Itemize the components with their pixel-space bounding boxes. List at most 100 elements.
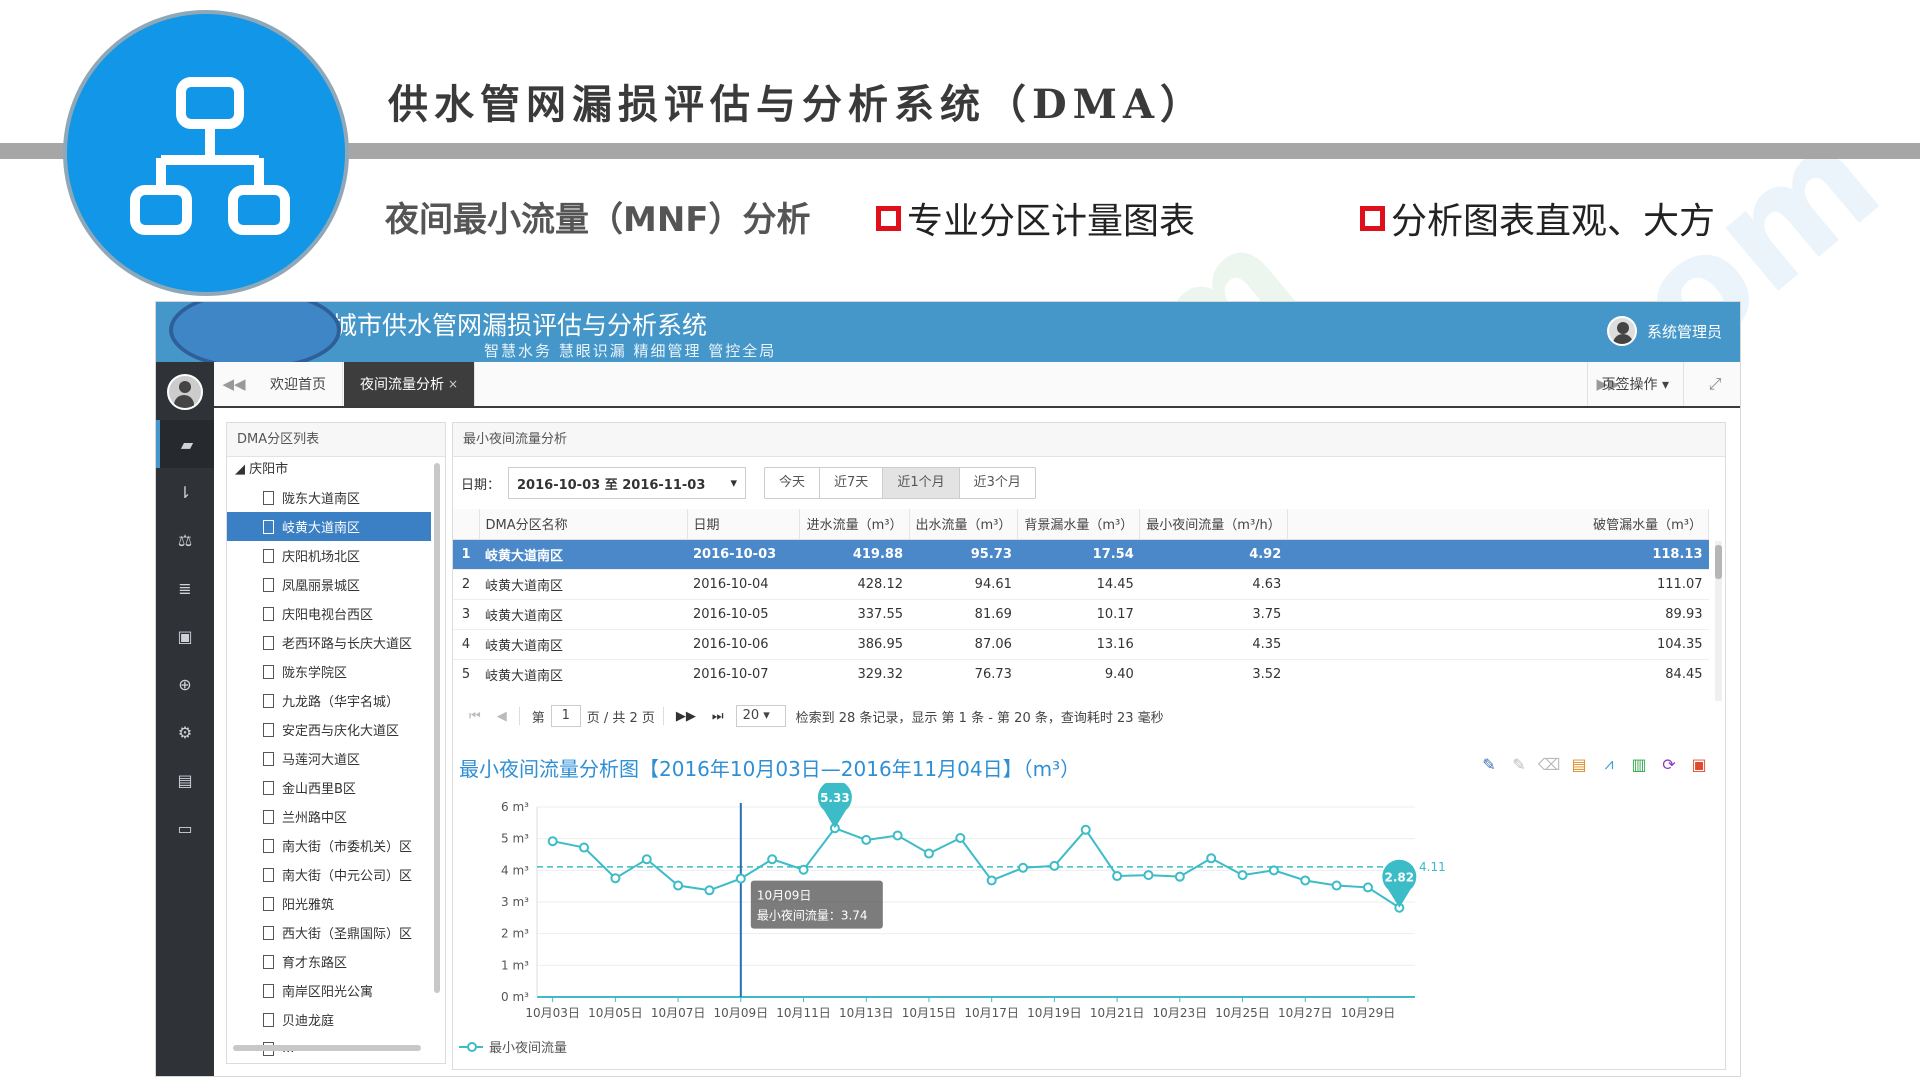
column-header[interactable]: 背景漏水量（m³） bbox=[1017, 509, 1141, 540]
tree-item[interactable]: 陇东学院区 bbox=[227, 657, 445, 686]
column-header[interactable]: 破管漏水量（m³） bbox=[1287, 509, 1710, 540]
tree-item[interactable]: 兰州路中区 bbox=[227, 802, 445, 831]
data-point[interactable] bbox=[1112, 871, 1123, 882]
data-point[interactable] bbox=[798, 864, 809, 875]
table-row[interactable]: 5 岐黄大道南区 2016-10-07 329.32 76.73 9.40 3.52 84.4… bbox=[453, 659, 1709, 686]
table-row[interactable]: 3 岐黄大道南区 2016-10-05 337.55 81.69 10.17 3.75 89.… bbox=[453, 599, 1709, 630]
tab-home[interactable]: 欢迎首页 bbox=[254, 362, 343, 406]
data-point[interactable] bbox=[861, 834, 872, 845]
tree-item[interactable]: 老西环路与长庆大道区 bbox=[227, 628, 445, 657]
tree-hscrollbar[interactable] bbox=[233, 1045, 421, 1051]
data-view-icon[interactable]: ▤ bbox=[1567, 753, 1591, 775]
data-point[interactable] bbox=[1362, 882, 1373, 893]
tree-item[interactable]: 南岸区阳光公寓 bbox=[227, 976, 445, 1005]
tree-item[interactable]: 庆阳机场北区 bbox=[227, 541, 445, 570]
user-menu[interactable]: 系统管理员 bbox=[1606, 316, 1722, 346]
date-range-picker[interactable]: 2016-10-03 至 2016-11-03 ▾ bbox=[508, 467, 747, 499]
tab-night-flow[interactable]: 夜间流量分析 × bbox=[344, 362, 476, 406]
table-row[interactable]: 1 岐黄大道南区 2016-10-03 419.88 95.73 17.54 4.92 118… bbox=[453, 539, 1709, 570]
data-point[interactable] bbox=[986, 875, 997, 886]
data-point[interactable] bbox=[579, 842, 590, 853]
tree-item[interactable]: 南大街（市委机关）区 bbox=[227, 831, 445, 860]
tree-item[interactable]: 贝迪龙庭 bbox=[227, 1005, 445, 1034]
quick-range-button[interactable]: 近1个月 bbox=[883, 468, 960, 498]
list-icon[interactable]: ≣ bbox=[156, 564, 214, 612]
tree-item[interactable]: 育才东路区 bbox=[227, 947, 445, 976]
data-point[interactable] bbox=[923, 848, 934, 859]
page-ops-dropdown[interactable]: 页签操作 ▾ bbox=[1586, 362, 1684, 406]
data-point[interactable] bbox=[673, 880, 684, 891]
first-page-icon[interactable]: ⏮ bbox=[469, 709, 481, 724]
data-point[interactable] bbox=[1206, 853, 1217, 864]
page-size-select[interactable]: 20 ▾ bbox=[735, 705, 786, 727]
tree-item[interactable]: 南大街（中元公司）区 bbox=[227, 860, 445, 889]
tree-item[interactable]: 庆阳电视台西区 bbox=[227, 599, 445, 628]
data-point[interactable] bbox=[1080, 824, 1091, 835]
file-icon[interactable]: ▣ bbox=[156, 612, 214, 660]
data-point[interactable] bbox=[1237, 870, 1248, 881]
tree-item[interactable]: 西大街（圣鼎国际）区 bbox=[227, 918, 445, 947]
chart-legend[interactable]: 最小夜间流量 bbox=[459, 1037, 567, 1056]
line-chart-icon[interactable]: ⩘ bbox=[1597, 753, 1621, 775]
tree-scrollbar[interactable] bbox=[434, 463, 440, 993]
sort-icon[interactable]: ⇂ bbox=[156, 468, 214, 516]
column-header[interactable]: DMA分区名称 bbox=[479, 509, 688, 540]
quick-range-button[interactable]: 近7天 bbox=[820, 468, 884, 498]
tree-root[interactable]: ◢ 庆阳市 bbox=[227, 457, 445, 483]
next-page-icon[interactable]: ▶▶ bbox=[676, 709, 696, 724]
table-row[interactable]: 4 岐黄大道南区 2016-10-06 386.95 87.06 13.16 4.35 104… bbox=[453, 629, 1709, 660]
mark-clear-icon[interactable]: ⌫ bbox=[1537, 753, 1561, 775]
balance-icon[interactable]: ⚖ bbox=[156, 516, 214, 564]
table-row[interactable]: 2 岐黄大道南区 2016-10-04 428.12 94.61 14.45 4.63 111… bbox=[453, 569, 1709, 600]
tree-item-label: 陇东大道南区 bbox=[282, 492, 361, 507]
data-point[interactable] bbox=[610, 873, 621, 884]
last-page-icon[interactable]: ⏭ bbox=[712, 709, 724, 724]
stack-icon[interactable]: ▤ bbox=[156, 756, 214, 804]
data-point[interactable] bbox=[735, 873, 746, 884]
grid-scrollbar[interactable] bbox=[1715, 541, 1722, 701]
tree-item[interactable]: 阳光雅筑 bbox=[227, 889, 445, 918]
tree-item[interactable]: 马莲河大道区 bbox=[227, 744, 445, 773]
data-point[interactable] bbox=[641, 854, 652, 865]
tree-item[interactable]: 金山西里B区 bbox=[227, 773, 445, 802]
data-point[interactable] bbox=[892, 830, 903, 841]
data-point[interactable] bbox=[767, 854, 778, 865]
fullscreen-icon[interactable]: ⤢ bbox=[1700, 362, 1730, 406]
zoom-icon[interactable]: ⊕ bbox=[156, 660, 214, 708]
column-header[interactable] bbox=[453, 509, 480, 540]
data-point[interactable] bbox=[547, 836, 558, 847]
tree-item[interactable]: 九龙路（华宇名城） bbox=[227, 686, 445, 715]
column-header[interactable]: 日期 bbox=[687, 509, 800, 540]
column-header[interactable]: 最小夜间流量（m³/h） bbox=[1139, 509, 1288, 540]
bar-chart-icon[interactable]: ▥ bbox=[1627, 753, 1651, 775]
close-icon[interactable]: × bbox=[448, 377, 458, 391]
data-point[interactable] bbox=[1268, 865, 1279, 876]
monitor-icon[interactable]: ▭ bbox=[156, 804, 214, 852]
mark-icon[interactable]: ✎ bbox=[1477, 753, 1501, 775]
data-point[interactable] bbox=[1331, 880, 1342, 891]
mark-undo-icon[interactable]: ✎ bbox=[1507, 753, 1531, 775]
data-point[interactable] bbox=[1300, 875, 1311, 886]
prev-page-icon[interactable]: ◀ bbox=[497, 709, 507, 724]
column-header[interactable]: 进水流量（m³） bbox=[799, 509, 910, 540]
column-header[interactable]: 出水流量（m³） bbox=[909, 509, 1019, 540]
data-point[interactable] bbox=[1018, 862, 1029, 873]
tree-item[interactable]: 岐黄大道南区 bbox=[227, 512, 431, 541]
data-point[interactable] bbox=[1174, 871, 1185, 882]
data-point[interactable] bbox=[704, 885, 715, 896]
data-point[interactable] bbox=[955, 833, 966, 844]
quick-range-button[interactable]: 近3个月 bbox=[960, 468, 1035, 498]
sidebar-avatar[interactable] bbox=[167, 374, 203, 410]
page-input[interactable]: 1 bbox=[550, 705, 581, 727]
tab-scroll-left-icon[interactable]: ◀◀ bbox=[214, 362, 254, 406]
gears-icon[interactable]: ⚙ bbox=[156, 708, 214, 756]
save-image-icon[interactable]: ▣ bbox=[1687, 753, 1711, 775]
quick-range-button[interactable]: 今天 bbox=[765, 468, 821, 498]
tree-item[interactable]: 陇东大道南区 bbox=[227, 483, 445, 512]
restore-icon[interactable]: ⟳ bbox=[1657, 753, 1681, 775]
tree-item[interactable]: 安定西与庆化大道区 bbox=[227, 715, 445, 744]
data-point[interactable] bbox=[1143, 870, 1154, 881]
data-point[interactable] bbox=[1049, 860, 1060, 871]
tree-item[interactable]: 凤凰丽景城区 bbox=[227, 570, 445, 599]
book-icon[interactable]: ▰ bbox=[156, 420, 214, 468]
